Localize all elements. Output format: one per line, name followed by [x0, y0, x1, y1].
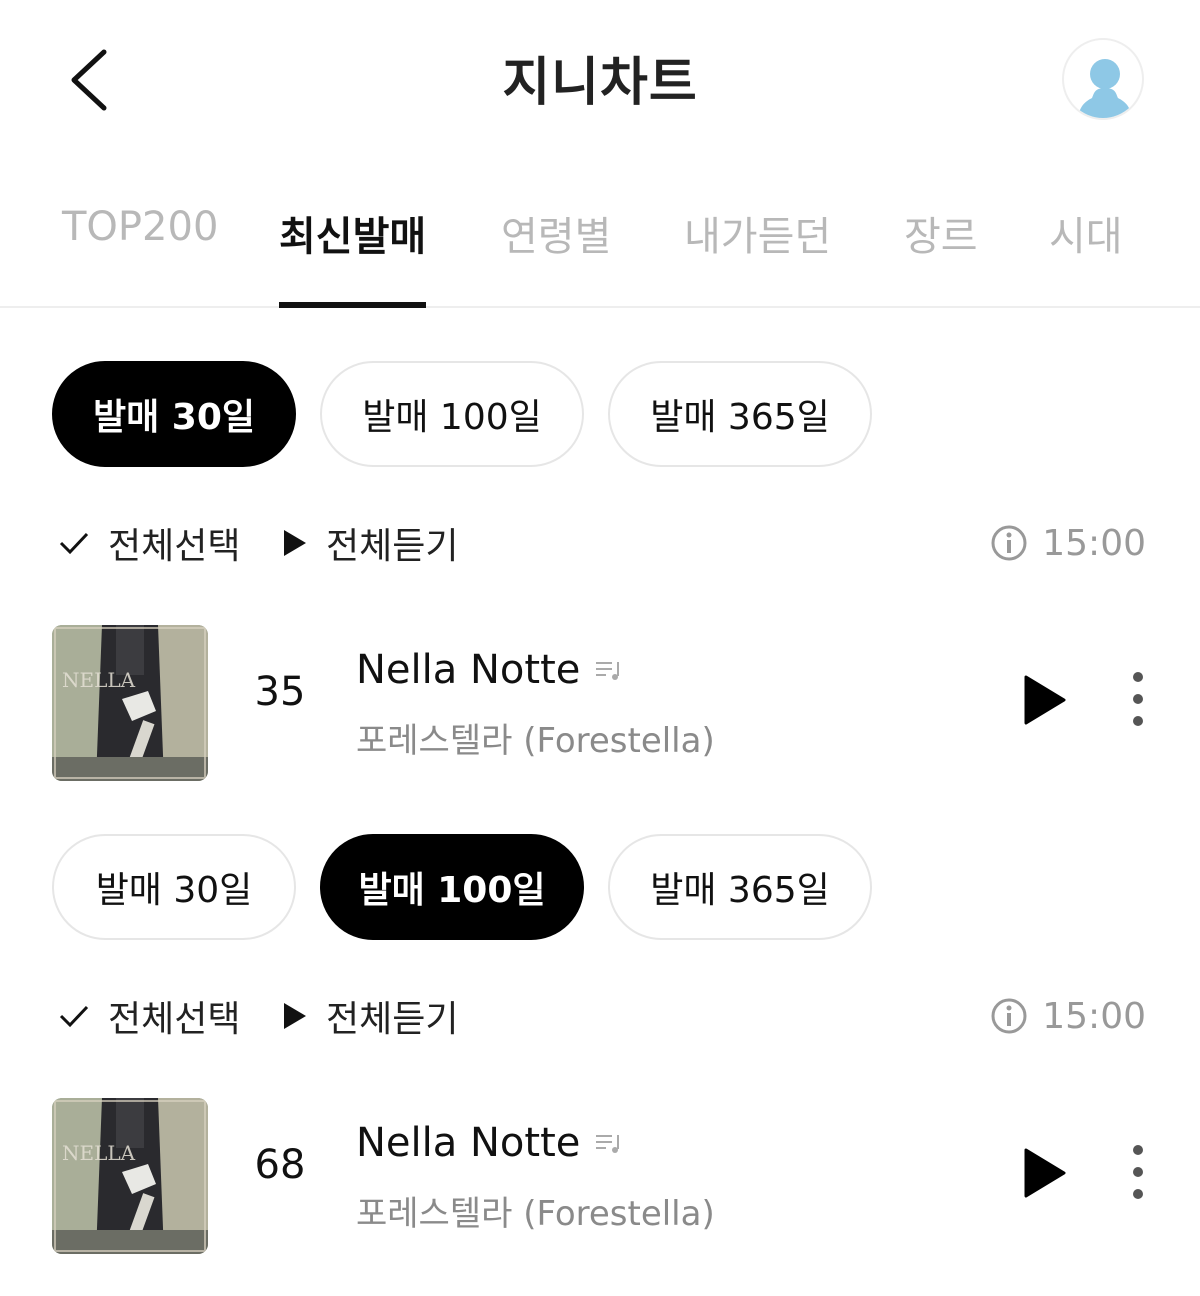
- tab-new-release[interactable]: 최신발매: [279, 204, 427, 308]
- chart-update-time[interactable]: 15:00: [990, 986, 1146, 1046]
- artist-name[interactable]: 포레스텔라 (Forestella): [356, 713, 715, 762]
- play-all-label: 전체듣기: [326, 999, 459, 1040]
- filter-365-days[interactable]: 발매 365일: [608, 361, 872, 467]
- album-art-image: NELLA: [52, 625, 208, 781]
- artist-name[interactable]: 포레스텔라 (Forestella): [356, 1186, 715, 1235]
- check-icon: [59, 532, 89, 555]
- filter-30-days[interactable]: 발매 30일: [52, 834, 296, 940]
- filter-30-days[interactable]: 발매 30일: [52, 361, 296, 467]
- album-cover[interactable]: NELLA: [52, 1098, 208, 1254]
- play-icon: [1024, 1148, 1066, 1198]
- tab-top200[interactable]: TOP200: [62, 204, 218, 308]
- play-icon: [1024, 675, 1066, 725]
- chart-rank: 35: [254, 669, 306, 715]
- update-time-label: 15:00: [1042, 995, 1146, 1037]
- list-controls: 전체선택 전체듣기 15:00: [0, 513, 1200, 573]
- list-controls: 전체선택 전체듣기 15:00: [0, 986, 1200, 1046]
- song-title[interactable]: Nella Notte: [356, 647, 622, 693]
- info-icon: [991, 998, 1027, 1034]
- play-all-label: 전체듣기: [326, 526, 459, 567]
- song-title-text: Nella Notte: [356, 647, 581, 693]
- play-icon: [284, 1003, 306, 1029]
- chart-rank: 68: [254, 1142, 306, 1188]
- svg-text:NELLA: NELLA: [62, 668, 136, 692]
- filter-100-days[interactable]: 발매 100일: [320, 834, 584, 940]
- top-bar: 지니차트: [0, 0, 1200, 160]
- select-all-button[interactable]: 전체선택: [58, 513, 240, 573]
- tab-by-age[interactable]: 연령별: [501, 204, 611, 308]
- lyrics-icon: [596, 1135, 620, 1153]
- song-title[interactable]: Nella Notte: [356, 1120, 622, 1166]
- tab-listened[interactable]: 내가듣던: [684, 204, 831, 308]
- filter-100-days[interactable]: 발매 100일: [320, 361, 584, 467]
- select-all-label: 전체선택: [108, 999, 241, 1040]
- page-title: 지니차트: [502, 53, 698, 113]
- song-title-text: Nella Notte: [356, 1120, 581, 1166]
- song-row[interactable]: NELLA 35 Nella Notte 포레스텔라 (Forestella): [0, 619, 1200, 781]
- user-avatar-button[interactable]: [1062, 38, 1144, 120]
- play-song-button[interactable]: [1022, 673, 1068, 727]
- play-all-button[interactable]: 전체듣기: [282, 513, 458, 573]
- more-vertical-icon: [1133, 1145, 1143, 1199]
- select-all-button[interactable]: 전체선택: [58, 986, 240, 1046]
- check-icon: [59, 1005, 89, 1028]
- chart-category-tabs: TOP200 최신발매 연령별 내가듣던 장르 시대: [0, 180, 1200, 308]
- chart-update-time[interactable]: 15:00: [990, 513, 1146, 573]
- select-all-label: 전체선택: [108, 526, 241, 567]
- filter-365-days[interactable]: 발매 365일: [608, 834, 872, 940]
- svg-text:NELLA: NELLA: [62, 1141, 136, 1165]
- play-song-button[interactable]: [1022, 1146, 1068, 1200]
- update-time-label: 15:00: [1042, 522, 1146, 564]
- more-options-button[interactable]: [1124, 669, 1152, 729]
- play-icon: [284, 530, 306, 556]
- tab-genre[interactable]: 장르: [904, 204, 978, 308]
- lyrics-icon: [596, 662, 620, 680]
- more-options-button[interactable]: [1124, 1142, 1152, 1202]
- info-icon: [991, 525, 1027, 561]
- song-row[interactable]: NELLA 68 Nella Notte 포레스텔라 (Forestella): [0, 1092, 1200, 1254]
- play-all-button[interactable]: 전체듣기: [282, 986, 458, 1046]
- more-vertical-icon: [1133, 672, 1143, 726]
- album-art-image: NELLA: [52, 1098, 208, 1254]
- tab-era[interactable]: 시대: [1049, 204, 1123, 308]
- album-cover[interactable]: NELLA: [52, 625, 208, 781]
